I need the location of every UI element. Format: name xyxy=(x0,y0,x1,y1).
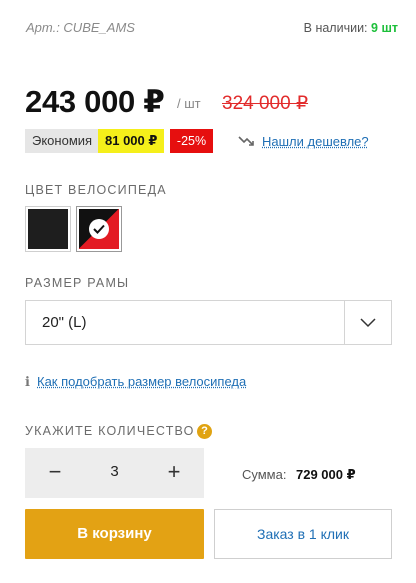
stock-label: В наличии: xyxy=(303,21,368,35)
quantity-stepper: − 3 + xyxy=(25,448,204,498)
color-swatch-black[interactable] xyxy=(25,206,71,252)
current-price: 243 000 ₽ xyxy=(25,84,165,119)
frame-size-label: Размер рамы xyxy=(25,276,130,290)
help-icon[interactable]: ? xyxy=(197,424,212,439)
select-divider xyxy=(344,301,345,344)
stock-status: В наличии: 9 шт xyxy=(304,21,398,35)
size-guide-link[interactable]: Как подобрать размер велосипеда xyxy=(37,374,246,389)
sum-label: Сумма: xyxy=(242,467,287,482)
savings-value: 81 000 ₽ xyxy=(98,129,165,153)
quantity-value[interactable]: 3 xyxy=(85,463,144,480)
increase-quantity-button[interactable]: + xyxy=(162,460,186,484)
color-section-label: Цвет велосипеда xyxy=(25,183,167,197)
frame-size-value: 20" (L) xyxy=(42,314,87,331)
checkmark-icon xyxy=(89,219,109,239)
info-icon: ℹ xyxy=(25,374,30,389)
discount-badge: -25% xyxy=(170,129,213,153)
color-swatch-red-black[interactable] xyxy=(76,206,122,252)
found-cheaper-link[interactable]: Нашли дешевле? xyxy=(262,134,369,149)
sum-value: 729 000 ₽ xyxy=(296,467,356,482)
old-price: 324 000 ₽ xyxy=(222,93,309,114)
decrease-quantity-button[interactable]: − xyxy=(43,460,67,484)
stock-count: 9 шт xyxy=(371,21,398,35)
trend-down-icon xyxy=(238,136,254,146)
savings-label: Экономия xyxy=(25,129,100,153)
price-unit: / шт xyxy=(177,96,201,111)
one-click-order-button[interactable]: Заказ в 1 клик xyxy=(214,509,392,559)
frame-size-select[interactable]: 20" (L) xyxy=(25,300,392,345)
chevron-down-icon xyxy=(360,318,376,328)
product-sku: Арт.: CUBE_AMS xyxy=(26,20,135,35)
add-to-cart-button[interactable]: В корзину xyxy=(25,509,204,559)
quantity-label: Укажите количество xyxy=(25,424,195,438)
